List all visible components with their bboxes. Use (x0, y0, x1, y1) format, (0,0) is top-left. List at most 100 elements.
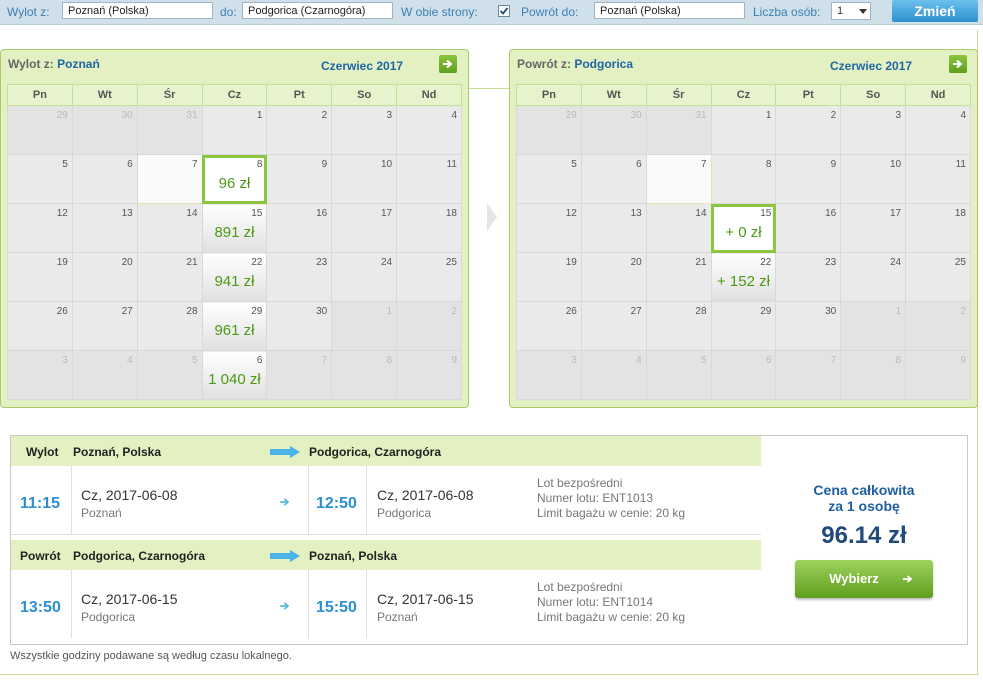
arrow-right-icon (443, 59, 453, 69)
calendar-week-row: 5 6 7 8 96 zł 9 10 11 (7, 154, 462, 204)
calendar-day: 16 (775, 203, 842, 253)
calendar-day-with-price[interactable]: 15 891 zł (201, 203, 268, 253)
calendar-day: 23 (266, 252, 333, 302)
calendar-day-number: 29 (251, 306, 263, 317)
return-input[interactable]: Poznań (Polska) (594, 2, 745, 19)
calendar-week-row: 19 20 21 22 941 zł 23 24 25 (7, 252, 462, 302)
calendar-day: 21 (645, 252, 712, 302)
calendar-week-row: 12 13 14 15 891 zł 16 17 18 (7, 203, 462, 253)
return-calendar-grid: Pn Wt Śr Cz Pt So Nd 29 30 31 1 2 3 4 5 6 7 8 9 10 11 12 13 14 1… (516, 84, 971, 400)
calendar-day-with-price[interactable]: 22 941 zł (201, 252, 268, 302)
calendar-day: 2 (775, 105, 842, 155)
calendar-day-number: 8 (256, 159, 263, 170)
outbound-next-month-button[interactable] (439, 55, 457, 73)
calendar-day-number: 9 (321, 159, 328, 170)
outbound-leg-details: 11:15 Cz, 2017-06-08 Poznań 12:50 Cz, 20… (11, 466, 761, 535)
calendar-day: 14 (136, 203, 203, 253)
outbound-arr-city: Podgorica (377, 506, 432, 520)
outbound-info-baggage: Limit bagażu w cenie: 20 kg (537, 506, 686, 520)
return-title-city: Podgorica (574, 57, 634, 71)
calendar-day: 9 (775, 154, 842, 204)
roundtrip-checkbox[interactable] (498, 5, 510, 17)
calendar-day: 14 (645, 203, 712, 253)
calendar-day: 3 (840, 105, 907, 155)
return-title-prefix: Powrót z: (517, 57, 571, 71)
select-button[interactable]: Wybierz (795, 560, 933, 598)
calendar-day: 7 (266, 350, 333, 400)
calendar-day-number: 6 (127, 159, 133, 170)
checkmark-icon (499, 7, 509, 15)
calendar-week-row: 5 6 7 8 9 10 11 (516, 154, 971, 204)
calendar-day: 21 (136, 252, 203, 302)
calendar-day-number: 2 (451, 306, 457, 317)
return-leg-from: Podgorica, Czarnogóra (73, 549, 206, 563)
calendar-day: 24 (840, 252, 907, 302)
calendar-day-number: 10 (380, 159, 393, 170)
calendar-day: 9 (266, 154, 333, 204)
calendar-day-number: 9 (830, 159, 837, 170)
total-price-value: 96.14 zł (821, 522, 907, 549)
calendar-day-number: 19 (565, 257, 577, 268)
outbound-dep-date: Cz, 2017-06-08 (81, 487, 178, 503)
calendar-day: 26 (516, 301, 582, 351)
calendar-day: 27 (71, 301, 138, 351)
calendar-day-number: 15 (251, 208, 263, 219)
calendar-day: 11 (396, 154, 462, 204)
calendar-day: 13 (71, 203, 138, 253)
calendar-day-number: 6 (765, 355, 772, 366)
calendar-day-price: + 0 zł (725, 224, 762, 241)
outbound-title-prefix: Wylot z: (8, 57, 54, 71)
calendar-day: 25 (396, 252, 462, 302)
calendar-day: 9 (396, 350, 462, 400)
return-next-month-button[interactable] (949, 55, 967, 73)
calendar-day-number: 30 (316, 306, 328, 317)
calendar-day-with-price[interactable]: 8 96 zł (201, 154, 268, 204)
outbound-calendar-title: Wylot z: Poznań (8, 57, 100, 71)
calendar-day: 11 (905, 154, 971, 204)
calendar-day: 27 (580, 301, 647, 351)
calendar-day-number: 29 (760, 306, 772, 317)
outbound-leg-label: Wylot (26, 445, 59, 459)
calendar-day: 2 (905, 301, 971, 351)
calendar-day-with-price[interactable]: 29 961 zł (201, 301, 268, 351)
calendar-day: 20 (71, 252, 138, 302)
persons-select[interactable]: 1 (831, 2, 871, 20)
calendar-day-price: 96 zł (218, 175, 251, 192)
calendar-day: 29 (516, 105, 582, 155)
calendar-day: 19 (516, 252, 582, 302)
total-label-line2: za 1 osobę (828, 498, 900, 514)
return-dep-time-cell: 13:50 (11, 570, 72, 638)
calendar-day-number: 20 (121, 257, 133, 268)
to-label: do: (220, 5, 237, 19)
arrow-right-icon (270, 550, 300, 562)
weekday-header: Pn (7, 84, 73, 106)
calendar-day: 1 (840, 301, 907, 351)
calendar-day: 10 (331, 154, 398, 204)
calendar-day-number: 9 (451, 355, 457, 366)
total-label-line1: Cena całkowita (813, 482, 915, 498)
to-input[interactable]: Podgorica (Czarnogóra) (242, 2, 393, 19)
calendar-day-number: 25 (445, 257, 457, 268)
calendar-day-with-price[interactable]: 22 + 152 zł (710, 252, 777, 302)
return-dep-cell: Cz, 2017-06-15 Podgorica (71, 570, 309, 638)
return-info-direct: Lot bezpośredni (537, 580, 623, 594)
calendar-day: 8 (710, 154, 777, 204)
calendar-day-with-price[interactable]: 6 1 040 zł (201, 350, 268, 400)
calendar-day: 26 (7, 301, 73, 351)
return-arr-time: 15:50 (316, 599, 357, 616)
calendar-week-row: 3 4 5 6 7 8 9 (516, 350, 971, 400)
outbound-arr-time: 12:50 (316, 495, 357, 512)
change-button[interactable]: Zmień (892, 0, 978, 22)
calendar-day-number: 26 (56, 306, 68, 317)
from-input[interactable]: Poznań (Polska) (62, 2, 213, 19)
calendar-day-number: 14 (695, 208, 707, 219)
outbound-dep-time: 11:15 (20, 495, 61, 512)
calendar-day-with-price[interactable]: 15 + 0 zł (710, 203, 777, 253)
weekday-header: Wt (71, 84, 138, 106)
calendar-day: 2 (396, 301, 462, 351)
timezone-footnote: Wszystkie godziny podawane są według cza… (10, 650, 292, 662)
calendar-day-number: 16 (825, 208, 837, 219)
calendar-day-number: 8 (765, 159, 772, 170)
calendar-day: 10 (840, 154, 907, 204)
calendar-day-number: 10 (889, 159, 902, 170)
